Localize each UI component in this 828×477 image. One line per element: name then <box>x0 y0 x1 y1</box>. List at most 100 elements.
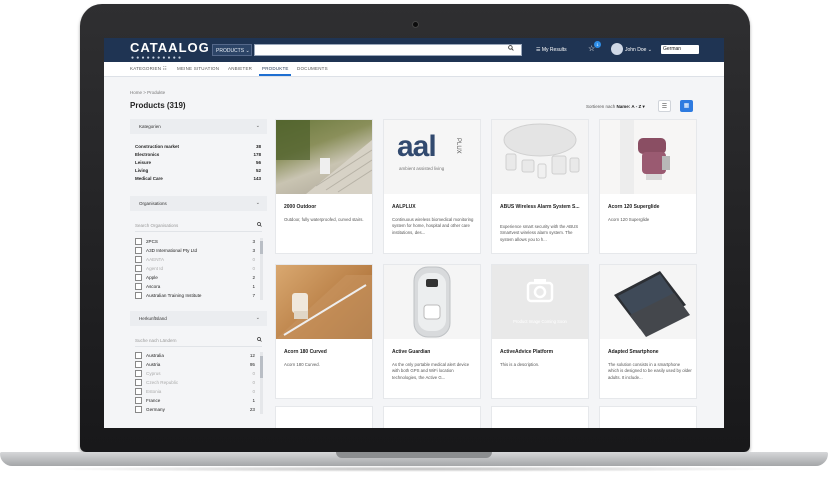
aal-logo-text: aal <box>397 130 437 163</box>
product-card[interactable]: Active Guardian As the only portable med… <box>383 264 481 399</box>
checkbox[interactable] <box>135 379 142 387</box>
sort-control[interactable]: Sortieren nach Name: A - Z ▾ <box>586 104 645 110</box>
product-title[interactable]: Acorn 180 Curved <box>284 349 368 356</box>
category-item[interactable]: Medical Care 143 <box>135 176 261 181</box>
country-label: France <box>146 398 161 403</box>
product-card[interactable]: Acorn 180 Curved Acorn 180 Curved. <box>275 264 373 399</box>
country-filter-item[interactable]: Czech Republic 0 <box>135 379 259 388</box>
organisation-filter-item[interactable]: Apple 2 <box>135 274 259 283</box>
organisation-label: Agent Id <box>146 266 164 271</box>
product-description: Outdoor, fully waterproofed, curved stai… <box>284 217 364 222</box>
notification-badge: 1 <box>594 41 601 48</box>
checkbox[interactable] <box>135 274 142 282</box>
product-image <box>384 265 480 339</box>
nav-documents[interactable]: DOCUMENTS <box>297 66 328 71</box>
country-label: Czech Republic <box>146 380 179 385</box>
nav-kategorien[interactable]: KATEGORIEN ☷ <box>130 66 167 72</box>
organisation-count: 0 <box>252 266 255 271</box>
grid-view-button[interactable]: ▦ <box>680 100 693 112</box>
top-bar: CATAALOG ●●●●●●●●●● PRODUCTS ⌄ ☰ My Resu… <box>104 38 724 62</box>
product-title[interactable]: Adapted Smartphone <box>608 349 692 356</box>
product-title[interactable]: ActiveAdvice Platform <box>500 349 584 356</box>
product-card[interactable]: aal PLUX ambient assisted living AALPLUX… <box>383 119 481 254</box>
category-item[interactable]: Electronics 178 <box>135 152 261 157</box>
country-filter-item[interactable]: Austria 95 <box>135 361 259 370</box>
checkbox[interactable] <box>135 352 142 360</box>
checkbox[interactable] <box>135 292 142 300</box>
product-card[interactable] <box>491 406 589 428</box>
country-search-input[interactable]: Suche nach Ländern <box>135 336 262 347</box>
country-filter-item[interactable]: Estonia 0 <box>135 388 259 397</box>
checkbox[interactable] <box>135 361 142 369</box>
checkbox[interactable] <box>135 265 142 273</box>
category-item[interactable]: Living 52 <box>135 168 261 173</box>
organisation-label: AAENTA <box>146 257 165 262</box>
organisations-scroll-thumb[interactable] <box>260 241 263 254</box>
nav-anbieter[interactable]: ANBIETER <box>228 66 252 71</box>
chevron-down-icon: ⌄ <box>255 200 260 206</box>
product-card[interactable] <box>599 406 697 428</box>
search-input[interactable] <box>254 44 522 56</box>
product-card[interactable]: 2000 Outdoor Outdoor, fully waterproofed… <box>275 119 373 254</box>
search-icon[interactable] <box>257 336 262 346</box>
avatar[interactable] <box>611 43 623 55</box>
product-card[interactable] <box>383 406 481 428</box>
organisation-filter-item[interactable]: Australian Training Institute 7 <box>135 292 259 301</box>
product-title[interactable]: ABUS Wireless Alarm System S... <box>500 204 584 211</box>
product-card[interactable]: Acorn 120 Superglide Acorn 120 Superglid… <box>599 119 697 254</box>
breadcrumb[interactable]: Home > Produkte <box>130 90 165 95</box>
country-filter-item[interactable]: France 1 <box>135 397 259 406</box>
organisation-filter-item[interactable]: AAENTA 0 <box>135 256 259 265</box>
product-description: This is a description. <box>500 362 540 367</box>
checkbox[interactable] <box>135 388 142 396</box>
origin-panel-header[interactable]: Herkunftsland ⌄ <box>130 311 267 326</box>
category-item[interactable]: Leisure 56 <box>135 160 261 165</box>
product-card[interactable]: ABUS Wireless Alarm System S... Experien… <box>491 119 589 254</box>
product-title[interactable]: 2000 Outdoor <box>284 204 368 211</box>
country-filter-item[interactable]: Germany 23 <box>135 406 259 415</box>
categories-panel-header[interactable]: Kategorien ⌄ <box>130 119 267 134</box>
product-card[interactable]: Product Image Coming Soon ActiveAdvice P… <box>491 264 589 399</box>
organisation-filter-item[interactable]: Ascora 1 <box>135 283 259 292</box>
product-card[interactable]: Adapted Smartphone The solution consists… <box>599 264 697 399</box>
organisation-filter-item[interactable]: A3D International Pty Ltd 3 <box>135 247 259 256</box>
checkbox[interactable] <box>135 370 142 378</box>
checkbox[interactable] <box>135 247 142 255</box>
product-title[interactable]: Active Guardian <box>392 349 476 356</box>
list-view-button[interactable]: ☰ <box>658 100 671 112</box>
search-icon[interactable] <box>508 45 514 53</box>
product-image <box>600 265 696 339</box>
checkbox[interactable] <box>135 406 142 414</box>
checkbox[interactable] <box>135 283 142 291</box>
language-select[interactable]: German <box>661 45 699 54</box>
organisations-search-input[interactable]: Search Organisations <box>135 221 262 232</box>
category-count: 38 <box>255 144 261 149</box>
organisation-label: Australian Training Institute <box>146 293 202 298</box>
organisation-filter-item[interactable]: Agent Id 0 <box>135 265 259 274</box>
sort-value[interactable]: Name: A - Z ▾ <box>617 104 645 109</box>
category-item[interactable]: Construction market 38 <box>135 144 261 149</box>
product-image-placeholder: Product Image Coming Soon <box>492 265 588 339</box>
product-card[interactable] <box>275 406 373 428</box>
user-menu[interactable]: John Doe ⌄ <box>625 47 652 53</box>
country-filter-item[interactable]: Australia 12 <box>135 352 259 361</box>
search-icon[interactable] <box>257 221 262 231</box>
country-filter-item[interactable]: Cyprus 0 <box>135 370 259 379</box>
organisations-panel-header[interactable]: Organisations ⌄ <box>130 196 267 211</box>
countries-scroll-thumb[interactable] <box>260 356 263 378</box>
country-count: 1 <box>252 398 255 403</box>
checkbox[interactable] <box>135 397 142 405</box>
checkbox[interactable] <box>135 256 142 264</box>
product-image <box>276 265 372 339</box>
my-results-link[interactable]: ☰ My Results <box>536 47 567 53</box>
nav-meine-situation[interactable]: MEINE SITUATION <box>177 66 219 71</box>
nav-produkte[interactable]: PRODUKTE <box>262 66 289 71</box>
logo[interactable]: CATAALOG <box>130 40 210 55</box>
aal-logo-side: PLUX <box>455 138 461 154</box>
category-count: 178 <box>253 152 261 157</box>
product-title[interactable]: Acorn 120 Superglide <box>608 204 692 211</box>
product-type-select[interactable]: PRODUCTS ⌄ <box>212 44 252 56</box>
organisation-filter-item[interactable]: 2PCS 3 <box>135 238 259 247</box>
checkbox[interactable] <box>135 238 142 246</box>
product-title[interactable]: AALPLUX <box>392 204 476 211</box>
